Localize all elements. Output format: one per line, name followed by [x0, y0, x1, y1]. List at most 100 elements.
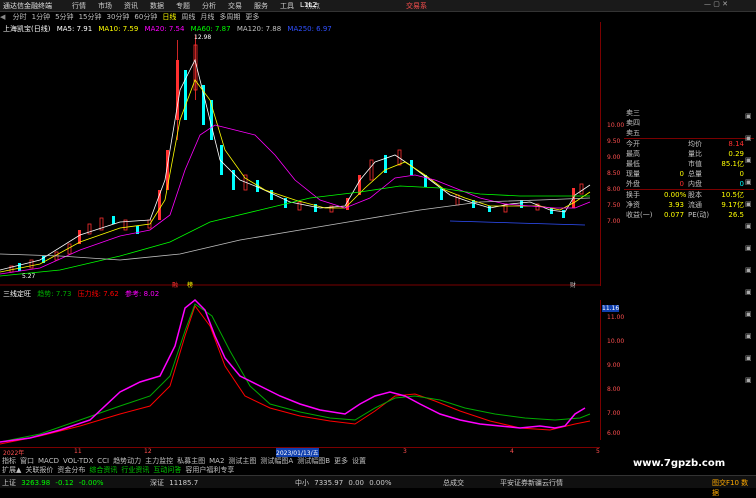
low-price-label: 5.27 — [22, 273, 36, 280]
period-tab[interactable]: 1分钟 — [32, 13, 50, 21]
price-tick: 9.50 — [607, 138, 621, 145]
tab-settings[interactable]: 设置 — [352, 457, 366, 465]
info-tabs: 扩展▲ 关联报价 资金分布 综合资讯 行业资讯 互动问答 容用户福利专享 — [2, 465, 602, 475]
margin-tag[interactable]: 融 — [172, 280, 178, 289]
quote-row: 现量 0 总量 0 — [626, 170, 744, 178]
f10-data-button[interactable]: 图交F10 数据 — [712, 478, 753, 498]
tab-more[interactable]: 更多 — [334, 457, 348, 465]
tool-icon[interactable]: ▣ — [745, 200, 752, 208]
indicator-chart[interactable] — [0, 296, 600, 446]
tab-related-quote[interactable]: 关联报价 — [25, 466, 53, 474]
price-tick: 7.00 — [607, 218, 621, 225]
tool-icon[interactable]: ▣ — [745, 266, 752, 274]
indicator-axis: 11.16 11.00 10.00 9.00 8.00 7.00 6.00 — [600, 300, 625, 440]
period-tab[interactable]: 分时 — [13, 13, 27, 21]
tab-fund-distribution[interactable]: 资金分布 — [57, 466, 85, 474]
indicator-tick: 6.00 — [607, 430, 621, 437]
tab-expand[interactable]: 扩展▲ — [2, 466, 21, 474]
tab-indicator[interactable]: 指标 — [2, 457, 16, 465]
quote-row: 换手 0.00% 股本 10.5亿 — [626, 191, 744, 199]
price-tick: 8.00 — [607, 186, 621, 193]
indicator-trend-line — [0, 303, 591, 443]
window-controls[interactable]: — ▢ ✕ — [704, 0, 728, 8]
period-arrow-icon[interactable]: ◀ — [0, 13, 5, 21]
quote-row: 净资 3.93 流通 9.17亿 — [626, 201, 744, 209]
tab-user-benefit[interactable]: 容用户福利专享 — [185, 466, 234, 474]
menu-item[interactable]: 服务 — [254, 2, 268, 10]
period-tab[interactable]: 多周期 — [219, 13, 240, 21]
tab-main-monitor[interactable]: 主力监控 — [145, 457, 173, 465]
tab-vol[interactable]: VOL-TDX — [63, 457, 93, 465]
price-tick: 8.50 — [607, 170, 621, 177]
title-bar: 通达信金融终端 行情 市场 资讯 数据 专题 分析 交易 服务 工具 热点 L1L2 交易系 — … — [0, 0, 756, 12]
tab-test-sub-b[interactable]: 测试幅图B — [297, 457, 330, 465]
tab-private-main[interactable]: 私募主图 — [177, 457, 205, 465]
time-axis: 2022年 11 12 2023/01/13/五 3 4 5 — [0, 447, 600, 457]
menu-item[interactable]: 行情 — [72, 2, 86, 10]
tab-ma2[interactable]: MA2 — [209, 457, 224, 465]
menu-item[interactable]: 交易 — [228, 2, 242, 10]
watermark: www.7gpzb.com — [633, 458, 726, 469]
tab-trend-power[interactable]: 趋势动力 — [113, 457, 141, 465]
period-tab[interactable]: 15分钟 — [79, 13, 102, 21]
tab-cci[interactable]: CCI — [97, 457, 109, 465]
indicator-tick: 8.00 — [607, 386, 621, 393]
tool-icon[interactable]: ▣ — [745, 332, 752, 340]
menu-item[interactable]: 工具 — [280, 2, 294, 10]
tool-icon[interactable]: ▣ — [745, 178, 752, 186]
ask5-label: 卖五 — [626, 129, 640, 137]
menu-item[interactable]: 数据 — [150, 2, 164, 10]
status-bar: 上证 3263.98 -0.12 -0.00% 深证 11185.7 中小 73… — [0, 475, 756, 497]
menu-item[interactable]: 市场 — [98, 2, 112, 10]
period-tab[interactable]: 30分钟 — [106, 13, 129, 21]
menu-item[interactable]: 分析 — [202, 2, 216, 10]
price-tick: 10.00 — [607, 122, 625, 129]
high-price-label: 12.98 — [194, 34, 212, 41]
right-toolbar: ▣ ▣ ▣ ▣ ▣ ▣ ▣ ▣ ▣ ▣ ▣ ▣ ▣ — [744, 112, 756, 474]
ma250-line — [449, 220, 586, 226]
time-tick: 3 — [403, 448, 407, 455]
menu-item[interactable]: 专题 — [176, 2, 190, 10]
tab-qa[interactable]: 互动问答 — [153, 466, 181, 474]
tool-icon[interactable]: ▣ — [745, 222, 752, 230]
tool-icon[interactable]: ▣ — [745, 244, 752, 252]
period-tab[interactable]: 月线 — [200, 13, 214, 21]
tool-icon[interactable]: ▣ — [745, 134, 752, 142]
time-tick: 11 — [74, 448, 82, 455]
tab-general-news[interactable]: 综合资讯 — [89, 466, 117, 474]
time-tick: 12 — [144, 448, 152, 455]
tab-test-sub-a[interactable]: 测试幅图A — [260, 457, 293, 465]
quote-row: 最高 量比 0.29 — [626, 150, 744, 158]
tool-icon[interactable]: ▣ — [745, 288, 752, 296]
user-label[interactable]: L1L2 — [300, 1, 317, 9]
tab-test-main[interactable]: 测试主图 — [228, 457, 256, 465]
period-tab[interactable]: 60分钟 — [134, 13, 157, 21]
rank-tag[interactable]: 榜 — [187, 280, 193, 289]
trade-button[interactable]: 交易系 — [406, 1, 427, 11]
quote-row: 外盘 0 内盘 0 — [624, 179, 754, 190]
period-tab[interactable]: 5分钟 — [55, 13, 73, 21]
tab-macd[interactable]: MACD — [38, 457, 59, 465]
tab-industry-news[interactable]: 行业资讯 — [121, 466, 149, 474]
ma20-line — [0, 124, 591, 275]
period-tab-active[interactable]: 日线 — [162, 13, 176, 21]
indicator-pressure-line — [0, 304, 591, 445]
period-tab[interactable]: 周线 — [181, 13, 195, 21]
price-chart[interactable] — [0, 30, 600, 286]
indicator-tick: 7.00 — [607, 410, 621, 417]
price-tick: 9.00 — [607, 154, 621, 161]
indicator-tick: 9.00 — [607, 362, 621, 369]
tool-icon[interactable]: ▣ — [745, 112, 752, 120]
tool-icon[interactable]: ▣ — [745, 376, 752, 384]
tool-icon[interactable]: ▣ — [745, 354, 752, 362]
tool-icon[interactable]: ▣ — [745, 310, 752, 318]
finance-tag[interactable]: 财 — [570, 280, 576, 289]
ma10-line — [0, 79, 591, 273]
period-tab[interactable]: 更多 — [245, 13, 259, 21]
price-tick: 7.50 — [607, 202, 621, 209]
time-tick: 5 — [596, 448, 600, 455]
tool-icon[interactable]: ▣ — [745, 156, 752, 164]
quote-panel: 卖三 卖四 卖五 今开 均价 8.14 最高 量比 0.29 最低 市值 85.1亿 现量 0… — [624, 108, 754, 220]
tab-window[interactable]: 窗口 — [20, 457, 34, 465]
menu-item[interactable]: 资讯 — [124, 2, 138, 10]
